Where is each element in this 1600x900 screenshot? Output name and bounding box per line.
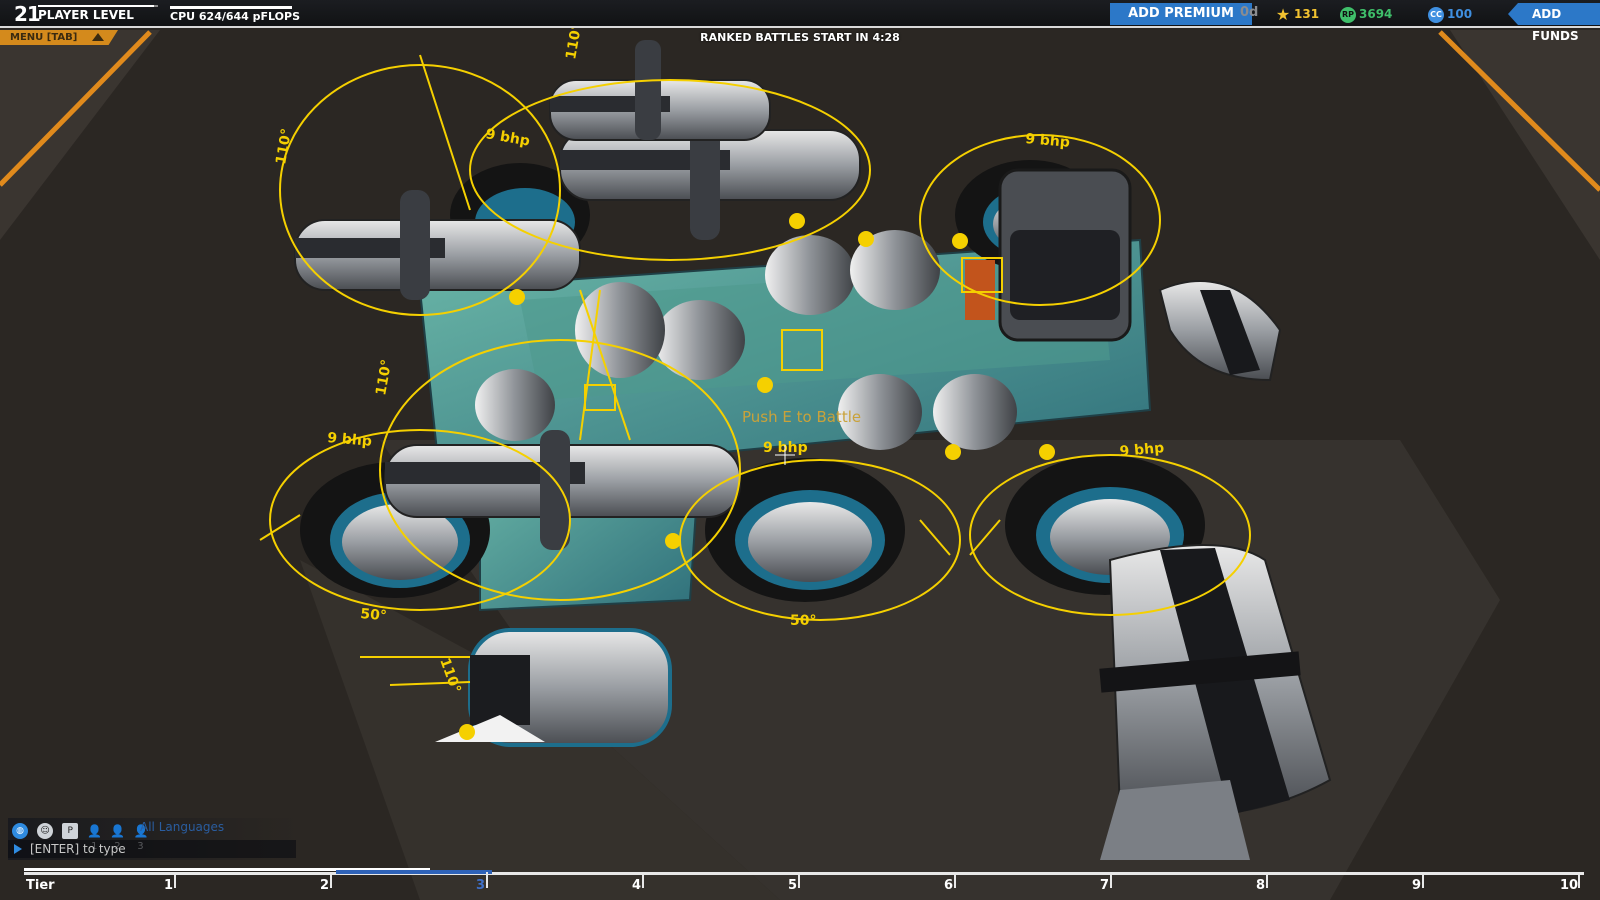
tier-tick [174, 872, 176, 888]
add-funds-button[interactable]: ADD FUNDS [1508, 3, 1600, 43]
tier-tick [954, 872, 956, 888]
add-premium-button[interactable]: ADD PREMIUM [1110, 3, 1252, 25]
angle-label: 50° [360, 606, 388, 624]
cosmetic-credits-counter: CC 100 [1428, 5, 1472, 23]
filter-1-icon[interactable]: 👤1 [87, 823, 102, 852]
push-to-battle-prompt: Push E to Battle [742, 408, 862, 426]
party-icon[interactable]: P [62, 822, 79, 839]
tier-label-7: 7 [1100, 878, 1110, 893]
filter-2-icon[interactable]: 👤2 [110, 823, 125, 852]
tier-tick [642, 872, 644, 888]
player-level-bar [38, 5, 158, 7]
garage-viewport[interactable]: 9 bhp 9 bhp 9 bhp 9 bhp 9 bhp 110° 110° … [0, 0, 1600, 900]
player-level-fill [38, 5, 155, 7]
robits-counter: RP 3694 [1340, 5, 1392, 23]
globe-icon[interactable]: ◍ [12, 822, 28, 839]
tier-bar: Tier 1 2 3 4 5 6 7 8 9 10 [24, 868, 1584, 900]
tier-label-4: 4 [632, 878, 642, 893]
chat-input-placeholder: [ENTER] to type [30, 842, 126, 856]
player-level-label: PLAYER LEVEL [38, 8, 134, 22]
ranked-battles-notice: RANKED BATTLES START IN 4:28 [700, 31, 900, 44]
chat-language-selector[interactable]: All Languages [140, 820, 224, 834]
tier-current-segment [336, 870, 492, 874]
top-bar: 21 PLAYER LEVEL CPU 624/644 pFLOPS ADD P… [0, 0, 1600, 43]
robits-value: 3694 [1359, 7, 1393, 21]
stars-counter: ★ 131 [1275, 5, 1319, 23]
tier-tick [1110, 872, 1112, 888]
cosmetic-credits-icon: CC [1428, 6, 1444, 23]
tier-label-5: 5 [788, 878, 798, 893]
star-icon: ★ [1275, 4, 1291, 24]
robits-icon: RP [1340, 6, 1356, 23]
tier-line [24, 872, 1584, 875]
accessibility-icon[interactable]: ☺ [37, 822, 54, 839]
tier-label-6: 6 [944, 878, 954, 893]
tier-label-2: 2 [320, 878, 330, 893]
premium-days: 0d [1240, 5, 1259, 20]
cpu-bar [170, 6, 292, 9]
tier-tick [798, 872, 800, 888]
angle-label: 50° [790, 613, 816, 629]
tier-tick [1266, 872, 1268, 888]
stars-value: 131 [1294, 7, 1320, 21]
cpu-label: CPU 624/644 pFLOPS [170, 10, 301, 23]
chat-channel-icons: ◍ ☺ P 👤1 👤2 👤3 [12, 820, 151, 852]
chat-input[interactable]: [ENTER] to type [8, 840, 296, 858]
tier-tick [330, 872, 332, 888]
chat-caret-icon [14, 844, 22, 854]
tier-label-1: 1 [164, 878, 174, 893]
tier-label-9: 9 [1412, 878, 1422, 893]
tier-tick [1578, 872, 1580, 888]
tier-label-8: 8 [1256, 878, 1266, 893]
cosmetic-credits-value: 100 [1447, 7, 1473, 21]
tier-label-10: 10 [1560, 878, 1579, 893]
tier-label-3: 3 [476, 878, 486, 893]
player-level-number: 21 [14, 2, 41, 26]
tier-title: Tier [26, 878, 55, 893]
tier-tick [1422, 872, 1424, 888]
chat-panel: ◍ ☺ P 👤1 👤2 👤3 All Languages [ENTER] to … [8, 818, 298, 860]
tier-tick [486, 872, 488, 888]
